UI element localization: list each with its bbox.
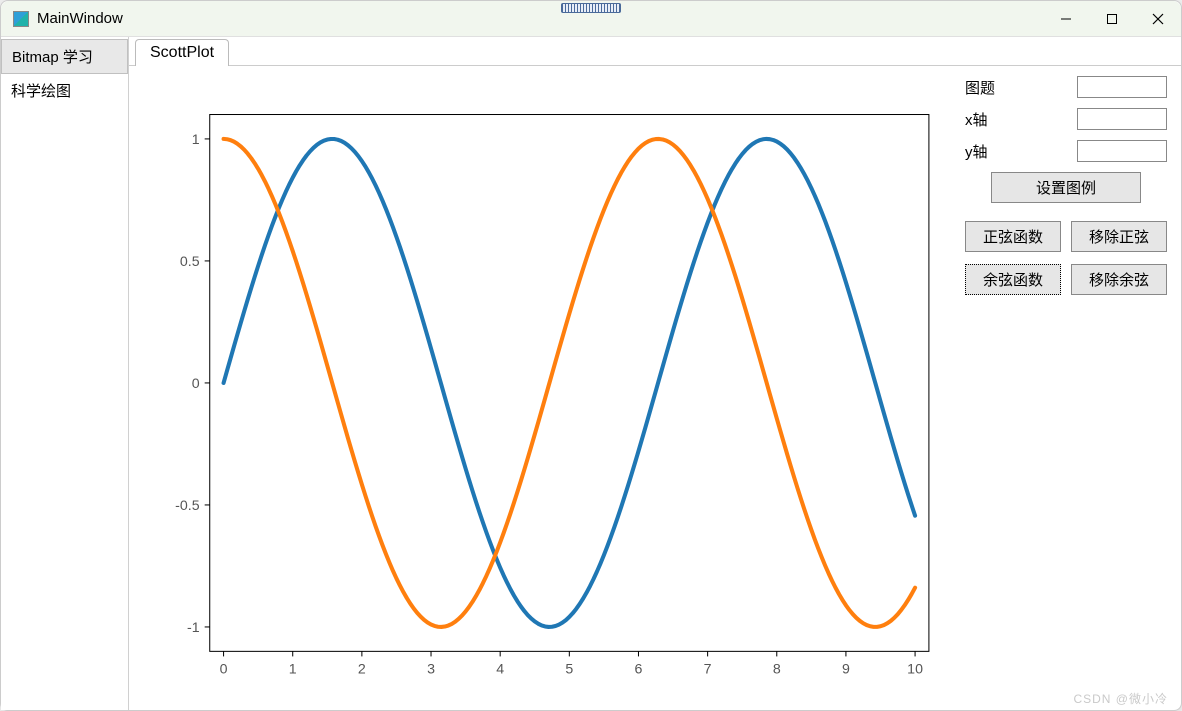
cos-button[interactable]: 余弦函数	[965, 264, 1061, 295]
input-title[interactable]	[1077, 76, 1167, 98]
svg-text:0: 0	[220, 662, 228, 678]
svg-text:1: 1	[192, 132, 200, 148]
tab-header: ScottPlot	[129, 37, 1181, 65]
svg-text:10: 10	[907, 662, 923, 678]
tab-scottplot[interactable]: ScottPlot	[135, 39, 229, 66]
maximize-button[interactable]	[1089, 1, 1135, 36]
svg-text:9: 9	[842, 662, 850, 678]
drag-handle-icon[interactable]	[561, 3, 621, 13]
sidebar: Bitmap 学习 科学绘图	[1, 37, 129, 710]
sin-button[interactable]: 正弦函数	[965, 221, 1061, 252]
label-yaxis: y轴	[965, 141, 988, 162]
svg-text:0: 0	[192, 376, 200, 392]
tab-content: 0 1 2 3 4 5 6 7 8 9 10 -1 -0.5 0 0.5 1 图题 x轴 y轴	[129, 65, 1181, 710]
input-yaxis[interactable]	[1077, 140, 1167, 162]
svg-text:5: 5	[565, 662, 573, 678]
minimize-button[interactable]	[1043, 1, 1089, 36]
client-area: Bitmap 学习 科学绘图 ScottPlot 012345678910-1-…	[1, 37, 1181, 710]
legend-button[interactable]: 设置图例	[991, 172, 1141, 203]
plot-canvas: 0 1 2 3 4 5 6 7 8 9 10 -1 -0.5 0 0.5 1	[137, 74, 951, 702]
control-panel: 图题 x轴 y轴 设置图例 正弦函数 移除正弦	[959, 66, 1181, 710]
window-buttons	[1043, 1, 1181, 36]
remove-sin-button[interactable]: 移除正弦	[1071, 221, 1167, 252]
watermark: CSDN @微小冷	[1073, 690, 1168, 707]
app-icon	[13, 11, 29, 27]
svg-text:-1: -1	[187, 620, 200, 636]
window-title: MainWindow	[37, 10, 123, 27]
sidebar-item-sciplot[interactable]: 科学绘图	[1, 74, 128, 107]
input-xaxis[interactable]	[1077, 108, 1167, 130]
svg-text:6: 6	[635, 662, 643, 678]
main-window: MainWindow Bitmap 学习 科学绘图 ScottPlot	[0, 0, 1182, 711]
label-xaxis: x轴	[965, 109, 988, 130]
svg-text:0.5: 0.5	[180, 254, 200, 270]
button-grid: 正弦函数 移除正弦 余弦函数 移除余弦	[965, 221, 1167, 295]
svg-text:1: 1	[289, 662, 297, 678]
row-xaxis: x轴	[965, 108, 1167, 130]
svg-text:7: 7	[704, 662, 712, 678]
titlebar[interactable]: MainWindow	[1, 1, 1181, 37]
label-title: 图题	[965, 77, 995, 98]
sidebar-item-bitmap[interactable]: Bitmap 学习	[1, 39, 128, 74]
plot-area[interactable]: 0 1 2 3 4 5 6 7 8 9 10 -1 -0.5 0 0.5 1	[129, 66, 959, 710]
svg-text:3: 3	[427, 662, 435, 678]
svg-text:2: 2	[358, 662, 366, 678]
remove-cos-button[interactable]: 移除余弦	[1071, 264, 1167, 295]
svg-text:4: 4	[496, 662, 504, 678]
close-button[interactable]	[1135, 1, 1181, 36]
main-area: ScottPlot 0 1 2 3 4 5 6 7 8 9 10 -1 -0.5 0 0.5 1 图题 x轴	[129, 37, 1181, 710]
row-title: 图题	[965, 76, 1167, 98]
svg-text:-0.5: -0.5	[175, 498, 200, 514]
svg-text:8: 8	[773, 662, 781, 678]
row-yaxis: y轴	[965, 140, 1167, 162]
